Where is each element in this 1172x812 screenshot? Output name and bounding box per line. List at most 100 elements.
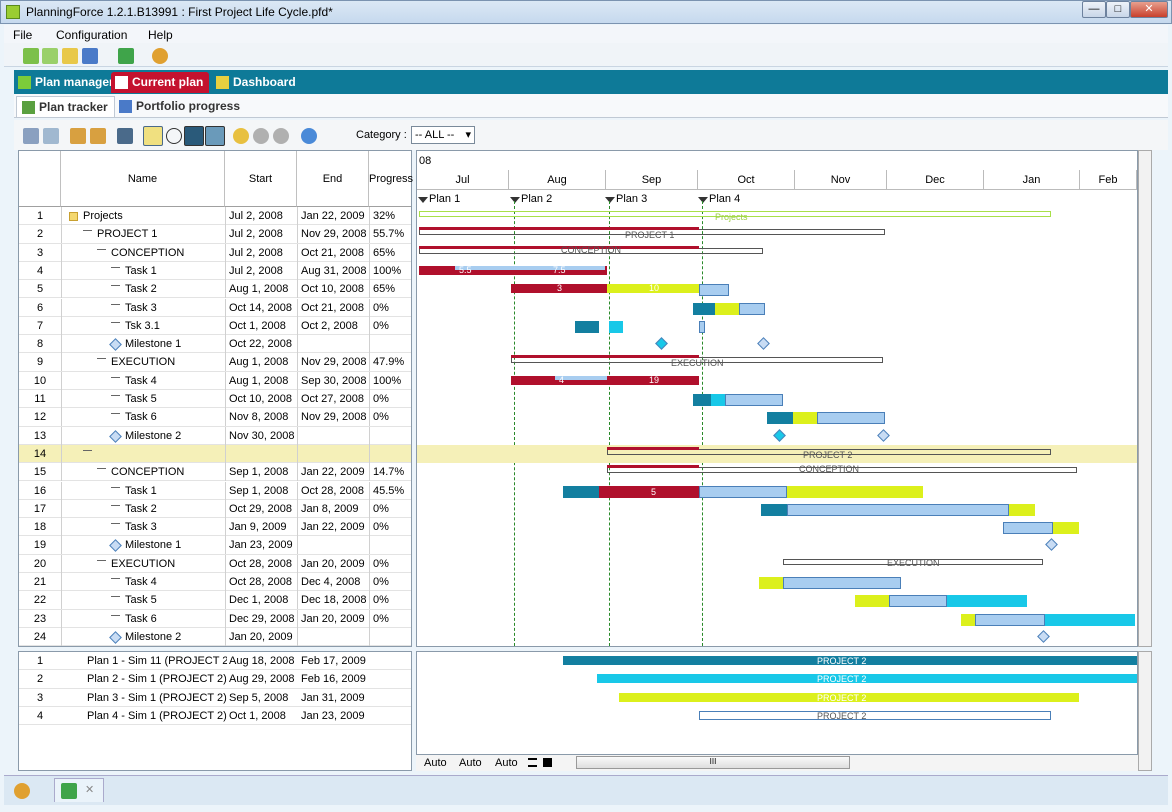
- milestone-marker[interactable]: [655, 337, 668, 350]
- p2-task3-yellow[interactable]: [1053, 522, 1079, 535]
- p2-task5-yellow[interactable]: [855, 595, 889, 608]
- table-row[interactable]: 17 Task 2 Oct 29, 2008 Jan 8, 2009 0%: [19, 499, 411, 519]
- milestone-marker[interactable]: [757, 337, 770, 350]
- task5-bar[interactable]: [693, 394, 711, 406]
- compare-icon[interactable]: [205, 126, 225, 146]
- p2-task3-plan[interactable]: [1003, 522, 1053, 535]
- table-row[interactable]: 22 Task 5 Dec 1, 2008 Dec 18, 2008 0%: [19, 591, 411, 610]
- conception-progress-bar[interactable]: [419, 245, 699, 249]
- task31-cyan[interactable]: [609, 320, 623, 333]
- table-row[interactable]: 19 Milestone 1 Jan 23, 2009: [19, 536, 411, 555]
- simulation-gantt[interactable]: PROJECT 2 PROJECT 2 PROJECT 2 PROJECT 2: [416, 651, 1138, 755]
- new-file-icon[interactable]: [23, 48, 39, 64]
- zoom-out-icon[interactable]: [253, 128, 269, 144]
- outdent-icon[interactable]: [90, 128, 106, 144]
- table-row[interactable]: 11 Task 5 Oct 10, 2008 Oct 27, 2008 0%: [19, 390, 411, 409]
- settings-icon[interactable]: [14, 783, 30, 799]
- p2-task1-yellow[interactable]: [787, 485, 923, 498]
- maximize-button[interactable]: □: [1106, 1, 1130, 18]
- target-icon[interactable]: [166, 128, 182, 144]
- auto-button-3[interactable]: Auto: [495, 757, 518, 769]
- task5-plan[interactable]: [725, 394, 783, 406]
- open-icon[interactable]: [62, 48, 78, 64]
- milestone-marker[interactable]: [877, 428, 890, 442]
- p2-task2-plan[interactable]: [787, 503, 1009, 516]
- minimize-button[interactable]: —: [1082, 1, 1106, 18]
- p2-task4-plan[interactable]: [783, 577, 901, 589]
- table-row[interactable]: 2 PROJECT 1 Jul 2, 2008 Nov 29, 2008 55.7%: [19, 225, 411, 244]
- tab-portfolio-progress[interactable]: Portfolio progress: [114, 96, 246, 117]
- table-row[interactable]: 8 Milestone 1 Oct 22, 2008: [19, 335, 411, 354]
- table-row[interactable]: 10 Task 4 Aug 1, 2008 Sep 30, 2008 100%: [19, 371, 411, 390]
- export-icon[interactable]: [118, 48, 134, 64]
- col-start-header[interactable]: Start: [225, 151, 297, 207]
- task31-plan[interactable]: [699, 320, 705, 333]
- col-progress-header[interactable]: Progress: [369, 151, 413, 207]
- auto-button-2[interactable]: Auto: [459, 757, 482, 769]
- table-row[interactable]: 13 Milestone 2 Nov 30, 2008: [19, 426, 411, 445]
- menu-configuration[interactable]: Configuration: [56, 28, 127, 42]
- tab-plan-manager[interactable]: Plan manager: [14, 72, 120, 93]
- table-row[interactable]: 23 Task 6 Dec 29, 2008 Jan 20, 2009 0%: [19, 609, 411, 628]
- table-row[interactable]: 24 Milestone 2 Jan 20, 2009: [19, 627, 411, 647]
- note-icon[interactable]: [143, 126, 163, 146]
- import-icon[interactable]: [42, 48, 58, 64]
- sim-vertical-toolbar[interactable]: [1138, 651, 1152, 771]
- table-row[interactable]: 7 Tsk 3.1 Oct 1, 2008 Oct 2, 2008 0%: [19, 316, 411, 336]
- indent-icon[interactable]: [70, 128, 86, 144]
- simulation-bar[interactable]: [597, 674, 1137, 684]
- p2-task1-bar[interactable]: [599, 485, 699, 498]
- list-icon[interactable]: [528, 758, 537, 767]
- col-end-header[interactable]: End: [297, 151, 369, 207]
- p2-task6-cyan[interactable]: [1045, 613, 1135, 626]
- task1-baseline[interactable]: [455, 265, 605, 270]
- task6-plan[interactable]: [817, 412, 885, 425]
- zoom-fit-icon[interactable]: [273, 128, 289, 144]
- plan-marker-icon[interactable]: [418, 197, 428, 203]
- table-row[interactable]: 12 Task 6 Nov 8, 2008 Nov 29, 2008 0%: [19, 408, 411, 427]
- table-row[interactable]: 15 CONCEPTION Sep 1, 2008 Jan 22, 2009 14.7%: [19, 463, 411, 482]
- save-icon[interactable]: [82, 48, 98, 64]
- footer-tab[interactable]: ✕: [54, 778, 104, 802]
- simulation-row[interactable]: 4 Plan 4 - Sim 1 (PROJECT 2) Oct 1, 2008 Ja…: [19, 707, 411, 726]
- horizontal-scrollbar[interactable]: III: [576, 756, 850, 769]
- task31-bar[interactable]: [575, 320, 599, 333]
- table-row[interactable]: 18 Task 3 Jan 9, 2009 Jan 22, 2009 0%: [19, 518, 411, 537]
- table-row[interactable]: 5 Task 2 Aug 1, 2008 Oct 10, 2008 65%: [19, 280, 411, 299]
- tab-current-plan[interactable]: Current plan: [111, 72, 210, 93]
- plan-marker-icon[interactable]: [510, 197, 520, 203]
- p2-task1-plan[interactable]: [699, 485, 787, 498]
- p2-task5-plan[interactable]: [889, 595, 947, 608]
- tab-plan-tracker[interactable]: Plan tracker: [16, 96, 115, 117]
- task3-plan[interactable]: [739, 302, 765, 315]
- simulation-row[interactable]: 2 Plan 2 - Sim 1 (PROJECT 2) Aug 29, 2008 F…: [19, 670, 411, 689]
- plan-marker-icon[interactable]: [605, 197, 615, 203]
- p2-task2-yellow[interactable]: [1009, 503, 1035, 516]
- table-row[interactable]: 6 Task 3 Oct 14, 2008 Oct 21, 2008 0%: [19, 298, 411, 317]
- gantt-vertical-toolbar[interactable]: [1138, 150, 1152, 647]
- p2-task4-yellow[interactable]: [759, 577, 785, 589]
- table-row[interactable]: 4 Task 1 Jul 2, 2008 Aug 31, 2008 100%: [19, 261, 411, 281]
- milestone-marker[interactable]: [1045, 538, 1058, 552]
- table-row[interactable]: 20 EXECUTION Oct 28, 2008 Jan 20, 2009 0%: [19, 554, 411, 573]
- p2-task2-teal[interactable]: [761, 503, 787, 516]
- task3-bar[interactable]: [693, 302, 715, 315]
- table-row[interactable]: 9 EXECUTION Aug 1, 2008 Nov 29, 2008 47.9%: [19, 353, 411, 372]
- stop-icon[interactable]: [543, 758, 552, 767]
- col-name-header[interactable]: Name: [61, 151, 225, 207]
- menu-help[interactable]: Help: [148, 28, 173, 42]
- table-row[interactable]: 16 Task 1 Sep 1, 2008 Oct 28, 2008 45.5%: [19, 481, 411, 500]
- category-select[interactable]: -- ALL -- ▾: [411, 126, 475, 144]
- table-row[interactable]: 14: [19, 444, 411, 464]
- plan-marker-icon[interactable]: [698, 197, 708, 203]
- close-button[interactable]: ✕: [1130, 1, 1168, 18]
- settings-icon[interactable]: [152, 48, 168, 64]
- p2-task5-cyan[interactable]: [947, 595, 1027, 608]
- milestone-marker[interactable]: [773, 428, 786, 442]
- p2-task6-plan[interactable]: [975, 613, 1045, 626]
- zoom-in-icon[interactable]: [233, 128, 249, 144]
- task5-cyan[interactable]: [711, 394, 725, 406]
- print-icon[interactable]: [23, 128, 39, 144]
- project2-progress-bar[interactable]: [607, 446, 699, 450]
- table-row[interactable]: 1 Projects Jul 2, 2008 Jan 22, 2009 32%: [19, 207, 411, 226]
